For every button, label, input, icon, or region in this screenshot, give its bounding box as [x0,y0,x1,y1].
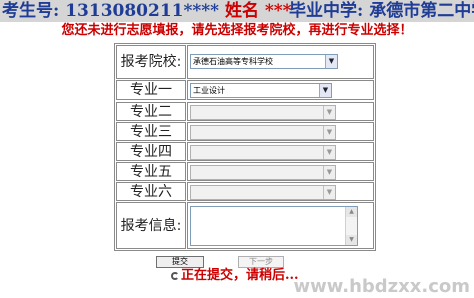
exam-info: 考生号: 1313080211**** 姓名 *** [2,1,292,21]
status-message: 正在提交，请稍后... [171,268,299,284]
loading-spinner-icon [171,271,179,280]
scroll-up-icon[interactable]: ▲ [346,207,357,217]
major4-select[interactable]: ▼ [190,145,336,160]
status-text: 正在提交，请稍后... [181,268,299,283]
major6-select[interactable]: ▼ [190,185,336,200]
major6-cell: ▼ [187,182,374,201]
major1-select[interactable]: 工业设计 ▼ [190,83,332,98]
info-textarea[interactable]: ▲ ▼ [190,206,358,246]
dropdown-arrow-icon[interactable]: ▼ [323,106,335,119]
major1-select-value: 工业设计 [193,86,225,95]
watermark: www.hbdzxx.com [293,276,470,297]
major1-label: 专业一 [116,80,186,100]
major2-cell: ▼ [187,102,374,121]
info-cell: ▲ ▼ [187,202,374,249]
dropdown-arrow-icon[interactable]: ▼ [323,186,335,199]
student-name: *** [264,1,292,21]
major6-label: 专业六 [116,182,186,201]
dropdown-arrow-icon[interactable]: ▼ [319,84,331,97]
school-label: 毕业中学: [289,1,364,21]
major3-select[interactable]: ▼ [190,125,336,140]
major3-cell: ▼ [187,122,374,141]
submit-button[interactable]: 提交 [156,256,204,268]
exam-number-label: 考生号: [2,1,60,21]
school-select[interactable]: 承德石油高等专科学校 ▼ [190,54,338,69]
dropdown-arrow-icon[interactable]: ▼ [323,166,335,179]
application-form: 报考院校: 承德石油高等专科学校 ▼ 专业一 工业设计 ▼ 专业二 ▼ 专业三 … [114,43,376,251]
major5-select[interactable]: ▼ [190,165,336,180]
school-select-label: 报考院校: [116,45,186,79]
dropdown-arrow-icon[interactable]: ▼ [323,126,335,139]
dropdown-arrow-icon[interactable]: ▼ [323,146,335,159]
major4-label: 专业四 [116,142,186,161]
notice-message: 您还未进行志愿填报，请先选择报考院校，再进行专业选择！ [61,23,413,38]
exam-number: 1313080211**** [65,1,220,21]
header-bar: 考生号: 1313080211**** 姓名 *** 毕业中学: 承德市第二中学 [0,0,474,22]
graduation-school: 毕业中学: 承德市第二中学 [289,1,474,21]
next-step-button[interactable]: 下一步 [238,256,284,268]
major5-label: 专业五 [116,162,186,181]
major1-cell: 工业设计 ▼ [187,80,374,100]
major2-select[interactable]: ▼ [190,105,336,120]
school-select-cell: 承德石油高等专科学校 ▼ [187,45,374,79]
name-label: 姓名 [224,1,259,21]
major2-label: 专业二 [116,102,186,121]
school-name: 承德市第二中学 [369,1,474,21]
info-label: 报考信息: [116,202,186,249]
major4-cell: ▼ [187,142,374,161]
major3-label: 专业三 [116,122,186,141]
major5-cell: ▼ [187,162,374,181]
dropdown-arrow-icon[interactable]: ▼ [325,55,337,68]
scrollbar[interactable]: ▲ ▼ [345,207,357,245]
school-select-value: 承德石油高等专科学校 [193,57,273,66]
scroll-down-icon[interactable]: ▼ [346,235,357,245]
